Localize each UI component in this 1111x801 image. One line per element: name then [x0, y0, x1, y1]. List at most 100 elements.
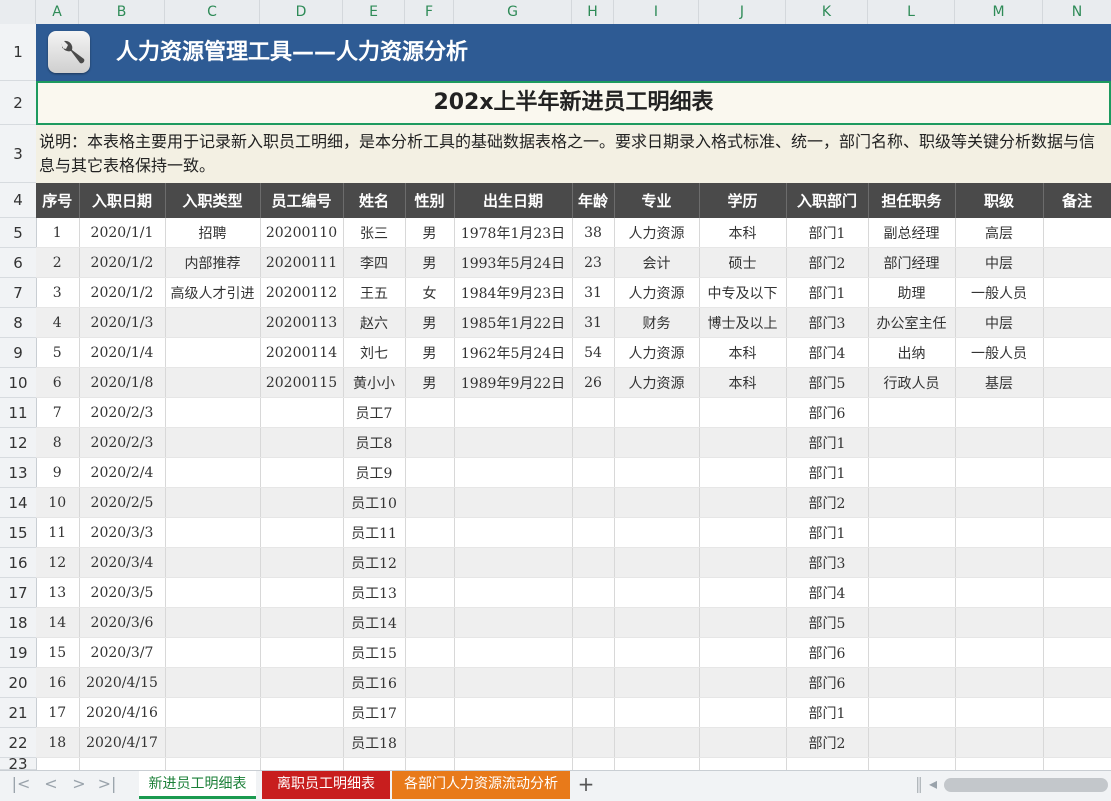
row-header[interactable]: 3 [0, 125, 36, 183]
table-cell[interactable] [614, 607, 700, 638]
table-cell[interactable]: 31 [572, 307, 615, 338]
table-cell[interactable] [1043, 667, 1111, 698]
table-cell[interactable]: 部门6 [786, 667, 869, 698]
table-cell[interactable] [955, 397, 1044, 428]
table-cell[interactable] [165, 727, 261, 758]
row-header[interactable]: 2 [0, 81, 36, 125]
prev-sheet-icon[interactable]: < [40, 771, 62, 797]
table-cell[interactable] [1043, 577, 1111, 608]
table-cell[interactable] [699, 607, 787, 638]
row-header[interactable]: 19 [0, 638, 36, 668]
table-cell[interactable]: 7 [36, 397, 80, 428]
table-cell[interactable] [1043, 697, 1111, 728]
row-header[interactable]: 6 [0, 248, 36, 278]
table-cell[interactable]: 20200115 [260, 367, 344, 398]
table-cell[interactable] [955, 487, 1044, 518]
table-cell[interactable] [260, 547, 344, 578]
table-cell[interactable]: 1984年9月23日 [454, 277, 573, 308]
row-header[interactable]: 14 [0, 488, 36, 518]
table-cell[interactable]: 本科 [699, 218, 787, 248]
column-title[interactable]: 入职部门 [786, 183, 869, 218]
table-cell[interactable]: 博士及以上 [699, 307, 787, 338]
table-cell[interactable]: 1985年1月22日 [454, 307, 573, 338]
column-title[interactable]: 备注 [1043, 183, 1111, 218]
column-header-a[interactable]: A [36, 0, 79, 24]
table-cell[interactable] [614, 457, 700, 488]
table-cell[interactable] [868, 457, 956, 488]
table-cell[interactable]: 部门1 [786, 427, 869, 458]
row-header[interactable]: 23 [0, 757, 36, 770]
table-cell[interactable]: 1 [36, 218, 80, 248]
table-cell[interactable]: 2020/4/15 [79, 667, 166, 698]
table-cell[interactable]: 出纳 [868, 337, 956, 368]
table-cell[interactable] [699, 697, 787, 728]
table-cell[interactable] [165, 577, 261, 608]
table-cell[interactable] [165, 637, 261, 668]
table-cell[interactable]: 2020/1/3 [79, 307, 166, 338]
table-cell[interactable]: 2020/3/5 [79, 577, 166, 608]
table-cell[interactable]: 26 [572, 367, 615, 398]
table-cell[interactable]: 李四 [343, 247, 406, 278]
table-cell[interactable] [955, 607, 1044, 638]
table-cell[interactable]: 员工12 [343, 547, 406, 578]
column-title[interactable]: 学历 [699, 183, 787, 218]
column-title[interactable]: 专业 [614, 183, 700, 218]
table-cell[interactable]: 部门1 [786, 457, 869, 488]
table-cell[interactable]: 2020/3/6 [79, 607, 166, 638]
table-cell[interactable] [260, 397, 344, 428]
column-header-d[interactable]: D [260, 0, 343, 24]
column-title[interactable]: 年龄 [572, 183, 615, 218]
table-cell[interactable]: 员工18 [343, 727, 406, 758]
table-cell[interactable] [699, 547, 787, 578]
row-header[interactable]: 20 [0, 668, 36, 698]
table-cell[interactable] [868, 607, 956, 638]
column-title[interactable]: 担任职务 [868, 183, 956, 218]
table-cell[interactable] [699, 577, 787, 608]
row-header[interactable]: 9 [0, 338, 36, 368]
table-cell[interactable] [405, 547, 455, 578]
table-cell[interactable]: 男 [405, 367, 455, 398]
table-cell[interactable] [165, 397, 261, 428]
table-cell[interactable] [1043, 397, 1111, 428]
table-cell[interactable] [614, 487, 700, 518]
table-cell[interactable]: 一般人员 [955, 277, 1044, 308]
table-cell[interactable]: 部门2 [786, 247, 869, 278]
table-cell[interactable] [165, 307, 261, 338]
row-header[interactable]: 16 [0, 548, 36, 578]
sheet-subtitle[interactable]: 202x上半年新进员工明细表 [36, 81, 1111, 125]
table-cell[interactable] [1043, 307, 1111, 338]
table-cell[interactable] [955, 547, 1044, 578]
column-header-j[interactable]: J [699, 0, 786, 24]
table-cell[interactable] [405, 727, 455, 758]
table-cell[interactable]: 男 [405, 337, 455, 368]
table-cell[interactable]: 1962年5月24日 [454, 337, 573, 368]
table-cell[interactable] [1043, 517, 1111, 548]
table-cell[interactable]: 16 [36, 667, 80, 698]
table-cell[interactable]: 2020/1/8 [79, 367, 166, 398]
row-header[interactable]: 18 [0, 608, 36, 638]
table-cell[interactable] [614, 637, 700, 668]
table-cell[interactable] [454, 667, 573, 698]
table-cell[interactable] [572, 547, 615, 578]
table-cell[interactable] [1043, 247, 1111, 278]
table-cell[interactable]: 硕士 [699, 247, 787, 278]
table-cell[interactable] [454, 607, 573, 638]
table-cell[interactable]: 内部推荐 [165, 247, 261, 278]
table-cell[interactable]: 3 [36, 277, 80, 308]
table-cell[interactable]: 10 [36, 487, 80, 518]
table-cell[interactable] [699, 427, 787, 458]
table-cell[interactable]: 中专及以下 [699, 277, 787, 308]
table-cell[interactable] [454, 397, 573, 428]
table-cell[interactable]: 员工9 [343, 457, 406, 488]
table-cell[interactable]: 招聘 [165, 218, 261, 248]
add-sheet-button[interactable]: + [576, 771, 596, 799]
table-cell[interactable] [260, 697, 344, 728]
table-cell[interactable]: 部门经理 [868, 247, 956, 278]
table-cell[interactable]: 部门5 [786, 367, 869, 398]
table-cell[interactable] [454, 517, 573, 548]
table-cell[interactable]: 18 [36, 727, 80, 758]
table-cell[interactable] [1043, 427, 1111, 458]
table-cell[interactable] [614, 697, 700, 728]
table-cell[interactable]: 部门3 [786, 307, 869, 338]
table-cell[interactable]: 38 [572, 218, 615, 248]
